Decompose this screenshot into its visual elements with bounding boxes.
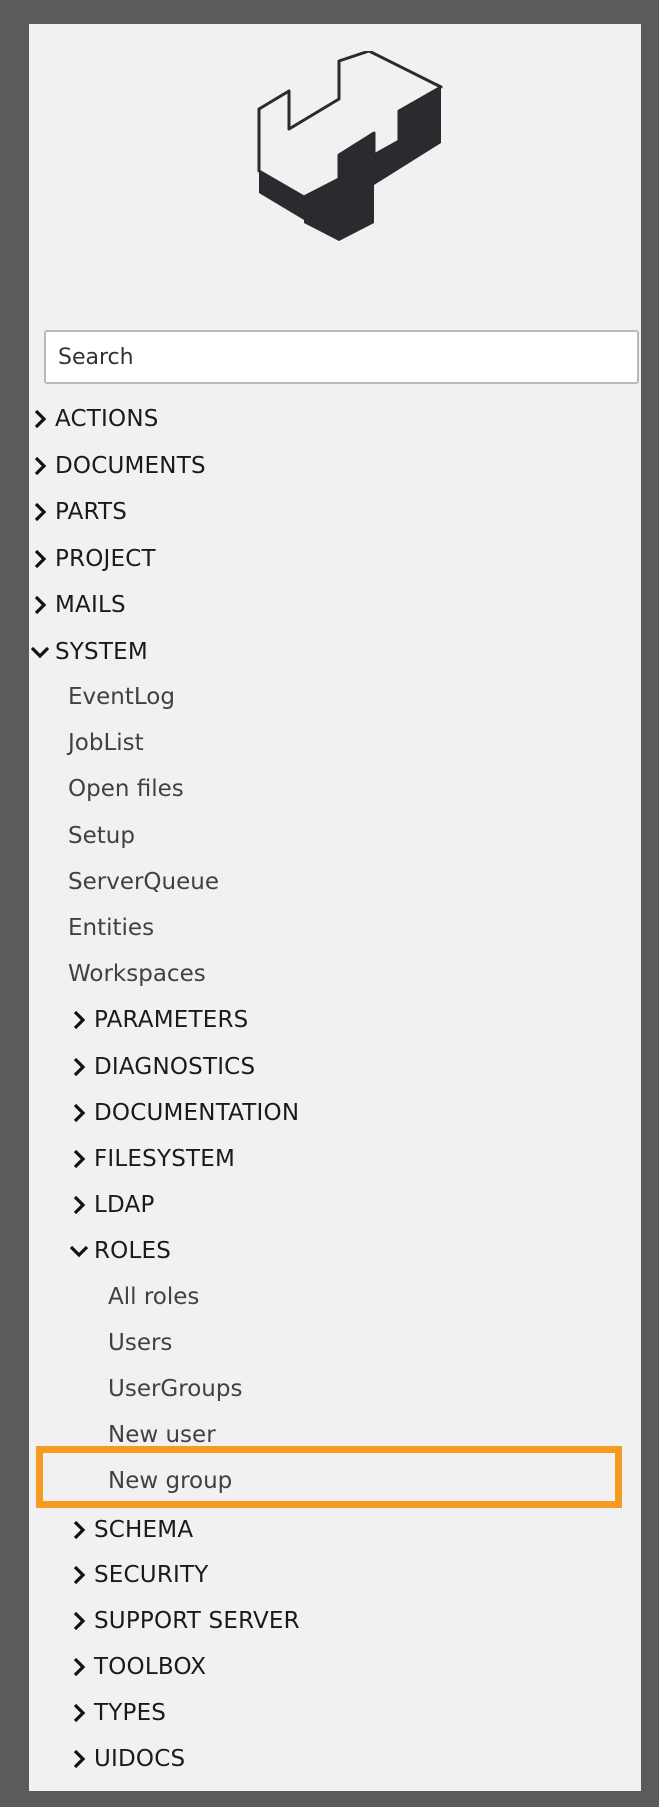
search-input[interactable] [44, 330, 639, 384]
tree-folder-security[interactable]: SECURITY [68, 1555, 209, 1595]
app-logo-icon [257, 51, 443, 241]
tree-folder-ldap[interactable]: LDAP [68, 1185, 155, 1225]
chevron-right-icon [68, 1194, 90, 1216]
tree-folder-label: SECURITY [94, 1562, 209, 1588]
chevron-right-icon [29, 408, 51, 430]
chevron-down-icon [29, 641, 51, 663]
tree-folder-label: ROLES [94, 1238, 172, 1264]
tree-folder-system[interactable]: SYSTEM [29, 632, 148, 672]
chevron-right-icon [68, 1519, 90, 1541]
tree-item-workspaces[interactable]: Workspaces [68, 954, 206, 994]
chevron-right-icon [68, 1610, 90, 1632]
chevron-right-icon [68, 1564, 90, 1586]
tree-item-users[interactable]: Users [108, 1323, 172, 1363]
tree-item-open-files[interactable]: Open files [68, 769, 184, 809]
tree-folder-documentation[interactable]: DOCUMENTATION [68, 1093, 299, 1133]
chevron-down-icon [68, 1240, 90, 1262]
tree-folder-roles[interactable]: ROLES [68, 1231, 171, 1271]
tree-item-new-user[interactable]: New user [108, 1415, 216, 1455]
tree-folder-toolbox[interactable]: TOOLBOX [68, 1647, 206, 1687]
tree-folder-documents[interactable]: DOCUMENTS [29, 446, 206, 486]
chevron-right-icon [29, 548, 51, 570]
tree-folder-support-server[interactable]: SUPPORT SERVER [68, 1601, 300, 1641]
tree-folder-label: SUPPORT SERVER [94, 1608, 300, 1634]
chevron-right-icon [68, 1148, 90, 1170]
tree-item-all-roles[interactable]: All roles [108, 1277, 199, 1317]
tree-folder-uidocs[interactable]: UIDOCS [68, 1739, 185, 1779]
tree-folder-label: DIAGNOSTICS [94, 1054, 256, 1080]
tree-folder-filesystem[interactable]: FILESYSTEM [68, 1139, 235, 1179]
chevron-right-icon [68, 1702, 90, 1724]
chevron-right-icon [29, 455, 51, 477]
tree-item-usergroups[interactable]: UserGroups [108, 1369, 242, 1409]
chevron-right-icon [68, 1656, 90, 1678]
tree-folder-label: TOOLBOX [94, 1654, 207, 1680]
tree-folder-project[interactable]: PROJECT [29, 539, 156, 579]
chevron-right-icon [68, 1102, 90, 1124]
tree-item-joblist[interactable]: JobList [68, 723, 144, 763]
chevron-right-icon [68, 1748, 90, 1770]
tree-folder-label: SYSTEM [55, 639, 148, 665]
tree-folder-label: ACTIONS [55, 406, 159, 432]
tree-folder-label: UIDOCS [94, 1746, 186, 1772]
tree-folder-mails[interactable]: MAILS [29, 585, 126, 625]
tree-item-new-group[interactable]: New group [108, 1461, 232, 1501]
tree-folder-actions[interactable]: ACTIONS [29, 399, 159, 439]
tree-folder-label: DOCUMENTATION [94, 1100, 300, 1126]
chevron-right-icon [29, 594, 51, 616]
tree-folder-label: PROJECT [55, 546, 156, 572]
tree-folder-parts[interactable]: PARTS [29, 492, 127, 532]
tree-item-eventlog[interactable]: EventLog [68, 677, 175, 717]
tree-folder-label: LDAP [94, 1192, 155, 1218]
tree-item-entities[interactable]: Entities [68, 908, 154, 948]
tree-folder-types[interactable]: TYPES [68, 1693, 166, 1733]
tree-folder-schema[interactable]: SCHEMA [68, 1510, 193, 1550]
tree-folder-label: PARTS [55, 499, 128, 525]
tree-folder-label: SCHEMA [94, 1517, 194, 1543]
search-box [44, 330, 639, 384]
tree-folder-label: PARAMETERS [94, 1007, 249, 1033]
chevron-right-icon [68, 1009, 90, 1031]
chevron-right-icon [29, 501, 51, 523]
tree-folder-label: MAILS [55, 592, 126, 618]
tree-folder-diagnostics[interactable]: DIAGNOSTICS [68, 1047, 255, 1087]
tree-folder-label: TYPES [94, 1700, 167, 1726]
tree-folder-label: DOCUMENTS [55, 453, 206, 479]
chevron-right-icon [68, 1056, 90, 1078]
tree-item-serverqueue[interactable]: ServerQueue [68, 862, 219, 902]
tree-item-setup[interactable]: Setup [68, 816, 135, 856]
tree-folder-label: FILESYSTEM [94, 1146, 236, 1172]
tree-folder-parameters[interactable]: PARAMETERS [68, 1000, 248, 1040]
